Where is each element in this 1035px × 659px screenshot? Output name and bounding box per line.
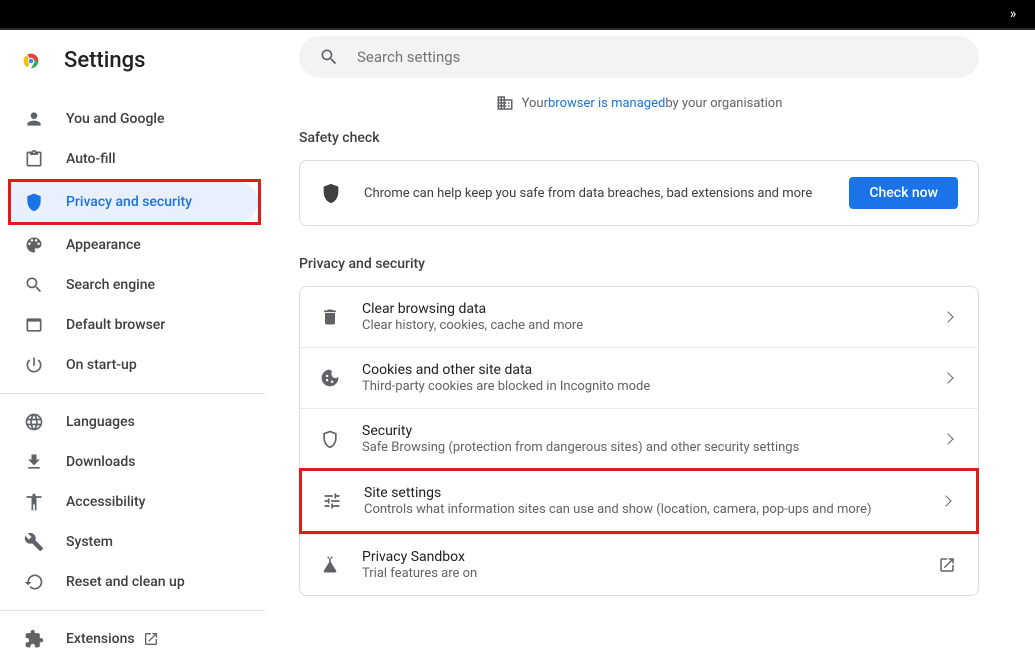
safety-check-heading: Safety check — [299, 126, 979, 160]
sidebar-item-default-browser[interactable]: Default browser — [0, 305, 245, 345]
search-icon — [24, 275, 44, 295]
window-icon — [24, 315, 44, 335]
shield-outline-icon — [320, 429, 340, 449]
chfind-o-icon — [942, 311, 953, 322]
shield-icon — [24, 192, 44, 212]
nav-divider — [0, 610, 265, 611]
settings-title: Settings — [64, 48, 145, 73]
sidebar-item-label: Search engine — [66, 277, 155, 293]
sidebar-item-on-startup[interactable]: On start-up — [0, 345, 245, 385]
sidebar-item-label: Appearance — [66, 237, 141, 253]
window-title-bar: » — [0, 0, 1035, 30]
row-sub: Controls what information sites can use … — [364, 502, 942, 517]
safety-check-row: Chrome can help keep you safe from data … — [300, 161, 978, 225]
sidebar-item-label: Languages — [66, 414, 135, 430]
download-icon — [24, 452, 44, 472]
sidebar-nav: You and Google Auto-fill Privacy and sec… — [0, 87, 265, 659]
check-now-button[interactable]: Check now — [849, 177, 958, 209]
row-title: Site settings — [364, 485, 942, 501]
row-privacy-sandbox[interactable]: Privacy Sandbox Trial features are on — [300, 534, 978, 595]
chrome-logo-icon — [20, 50, 42, 72]
app-container: Settings You and Google Auto-fill Privac… — [0, 30, 1035, 636]
sidebar-item-label: Auto-fill — [66, 151, 116, 167]
sidebar-item-system[interactable]: System — [0, 522, 245, 562]
sidebar-item-label: You and Google — [66, 111, 164, 127]
sidebar-item-auto-fill[interactable]: Auto-fill — [0, 139, 245, 179]
person-icon — [24, 109, 44, 129]
sidebar-item-appearance[interactable]: Appearance — [0, 225, 245, 265]
row-title: Security — [362, 423, 944, 439]
open-in-new-icon — [938, 556, 956, 574]
privacy-card: Clear browsing data Clear history, cooki… — [299, 286, 979, 596]
globe-icon — [24, 412, 44, 432]
sidebar-item-label: Privacy and security — [66, 194, 192, 210]
sidebar-item-label: System — [66, 534, 113, 550]
search-bar[interactable] — [299, 36, 979, 78]
sidebar-item-label: Reset and clean up — [66, 574, 185, 590]
open-in-new-icon — [143, 631, 159, 647]
row-security[interactable]: Security Safe Browsing (protection from … — [300, 408, 978, 469]
cookie-icon — [320, 368, 340, 388]
tune-icon — [322, 491, 342, 511]
wrench-icon — [24, 532, 44, 552]
search-input[interactable] — [357, 48, 757, 66]
domain-icon — [496, 94, 514, 112]
row-title: Cookies and other site data — [362, 362, 944, 378]
sidebar-item-languages[interactable]: Languages — [0, 402, 245, 442]
row-sub: Clear history, cookies, cache and more — [362, 318, 944, 333]
managed-link[interactable]: browser is managed — [548, 96, 665, 111]
sidebar: Settings You and Google Auto-fill Privac… — [0, 34, 265, 636]
sidebar-item-label: Extensions — [66, 631, 135, 647]
row-clear-browsing-data[interactable]: Clear browsing data Clear history, cooki… — [300, 287, 978, 347]
row-sub: Third-party cookies are blocked in Incog… — [362, 379, 944, 394]
row-title: Privacy Sandbox — [362, 549, 938, 565]
sidebar-item-label: On start-up — [66, 357, 137, 373]
privacy-heading: Privacy and security — [299, 252, 979, 286]
highlight-privacy-nav: Privacy and security — [8, 179, 261, 225]
trash-icon — [320, 307, 340, 327]
nav-divider — [0, 393, 265, 394]
clipboard-icon — [24, 149, 44, 169]
sidebar-header: Settings — [0, 38, 265, 87]
row-sub: Safe Browsing (protection from dangerous… — [362, 440, 944, 455]
sidebar-item-search-engine[interactable]: Search engine — [0, 265, 245, 305]
row-title: Clear browsing data — [362, 301, 944, 317]
power-icon — [24, 355, 44, 375]
safety-check-text: Chrome can help keep you safe from data … — [364, 186, 849, 201]
search-icon — [319, 47, 339, 67]
restore-icon — [24, 572, 44, 592]
sidebar-item-label: Downloads — [66, 454, 135, 470]
sidebar-item-privacy-security[interactable]: Privacy and security — [11, 182, 258, 222]
sidebar-item-you-and-google[interactable]: You and Google — [0, 99, 245, 139]
safety-check-card: Chrome can help keep you safe from data … — [299, 160, 979, 226]
accessibility-icon — [24, 492, 44, 512]
sidebar-item-accessibility[interactable]: Accessibility — [0, 482, 245, 522]
flask-icon — [320, 555, 340, 575]
chevron-right-icon — [942, 433, 953, 444]
sidebar-item-downloads[interactable]: Downloads — [0, 442, 245, 482]
extension-icon — [24, 629, 44, 649]
chevron-right-icon — [942, 372, 953, 383]
shield-icon — [320, 182, 342, 204]
palette-icon — [24, 235, 44, 255]
managed-notice: Your browser is managed by your organisa… — [283, 78, 995, 126]
managed-suffix: by your organisation — [665, 96, 782, 111]
row-sub: Trial features are on — [362, 566, 938, 581]
sidebar-item-label: Accessibility — [66, 494, 145, 510]
managed-prefix: Your — [522, 96, 548, 111]
sidebar-item-label: Default browser — [66, 317, 165, 333]
sidebar-item-extensions[interactable]: Extensions — [0, 619, 245, 659]
row-cookies[interactable]: Cookies and other site data Third-party … — [300, 347, 978, 408]
sidebar-item-reset[interactable]: Reset and clean up — [0, 562, 245, 602]
chevron-right-icon — [940, 495, 951, 506]
main-content: Your browser is managed by your organisa… — [265, 34, 1035, 636]
expand-toolbar-icon[interactable]: » — [999, 6, 1027, 22]
row-site-settings[interactable]: Site settings Controls what information … — [299, 468, 979, 534]
